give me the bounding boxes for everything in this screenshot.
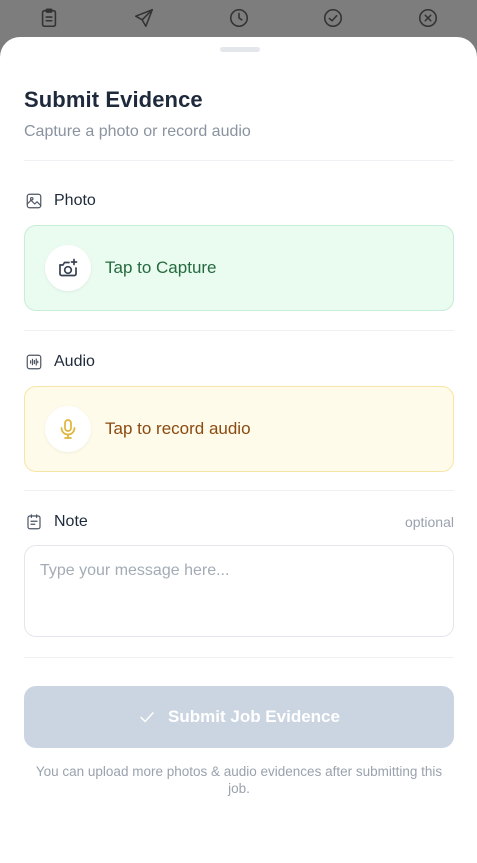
submit-job-evidence-button[interactable]: Submit Job Evidence (24, 686, 454, 748)
divider (24, 490, 454, 491)
notepad-icon (24, 512, 44, 532)
record-audio-label: Tap to record audio (105, 419, 251, 438)
capture-label: Tap to Capture (105, 258, 217, 277)
photo-label: Photo (54, 192, 96, 209)
optional-hint: optional (404, 514, 454, 530)
check-circle-icon[interactable] (321, 6, 345, 30)
history-icon[interactable] (227, 6, 251, 30)
divider (24, 657, 454, 658)
note-input[interactable] (24, 545, 454, 637)
divider (24, 330, 454, 331)
submit-label: Submit Job Evidence (168, 707, 340, 726)
x-circle-icon[interactable] (416, 6, 440, 30)
upload-info-text: You can upload more photos & audio evide… (35, 764, 443, 796)
divider (24, 160, 454, 161)
sheet-title: Submit Evidence (24, 87, 203, 112)
audio-wave-icon (24, 352, 44, 372)
record-audio-button[interactable]: Tap to record audio (24, 386, 454, 472)
photo-section-header: Photo (24, 190, 454, 212)
sheet-drag-handle[interactable] (220, 47, 260, 52)
check-icon (140, 712, 154, 723)
image-icon (24, 191, 44, 211)
note-section-header: Note optional (24, 511, 454, 533)
evidence-sheet: Submit Evidence Capture a photo or recor… (0, 37, 477, 863)
microphone-icon (45, 406, 91, 452)
camera-plus-icon (45, 245, 91, 291)
capture-photo-button[interactable]: Tap to Capture (24, 225, 454, 311)
note-label: Note (54, 513, 88, 530)
audio-label: Audio (54, 353, 95, 370)
send-icon[interactable] (132, 6, 156, 30)
clipboard-icon[interactable] (37, 6, 61, 30)
sheet-subtitle: Capture a photo or record audio (24, 123, 251, 140)
tab-bar (0, 0, 477, 40)
audio-section-header: Audio (24, 351, 454, 373)
